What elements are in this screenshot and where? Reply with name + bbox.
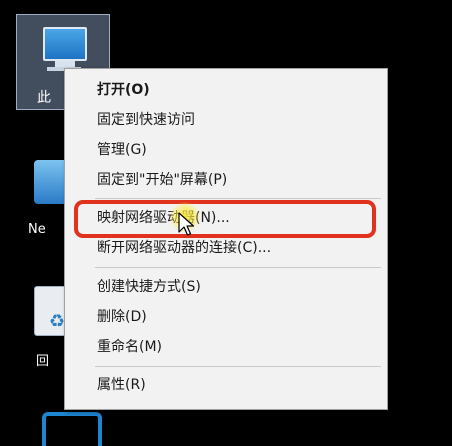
menu-item-pin-start[interactable]: 固定到"开始"屏幕(P) [65, 165, 387, 195]
recycle-symbol-icon: ♻ [49, 311, 66, 332]
desktop-icon-partial[interactable] [42, 412, 102, 446]
menu-item-manage[interactable]: 管理(G) [65, 135, 387, 165]
menu-separator [95, 198, 381, 199]
desktop-icon-label: Ne [28, 222, 46, 237]
menu-item-delete[interactable]: 删除(D) [65, 302, 387, 332]
menu-item-open[interactable]: 打开(O) [65, 75, 387, 105]
desktop: 此 Ne ♻ 回 打开(O) 固定到快速访问 管理(G) 固定到"开始"屏幕(P… [0, 0, 452, 446]
menu-item-rename[interactable]: 重命名(M) [65, 332, 387, 362]
menu-separator [95, 366, 381, 367]
menu-item-create-shortcut[interactable]: 创建快捷方式(S) [65, 272, 387, 302]
mouse-cursor-icon [178, 212, 195, 236]
menu-separator [95, 267, 381, 268]
desktop-icon-label: 此 [37, 90, 51, 106]
context-menu: 打开(O) 固定到快速访问 管理(G) 固定到"开始"屏幕(P) 映射网络驱动器… [64, 68, 388, 410]
menu-item-properties[interactable]: 属性(R) [65, 370, 387, 400]
computer-icon [43, 27, 87, 61]
menu-item-pin-quick-access[interactable]: 固定到快速访问 [65, 105, 387, 135]
desktop-icon-label: 回 [36, 354, 50, 369]
highlight-annotation [74, 200, 376, 238]
